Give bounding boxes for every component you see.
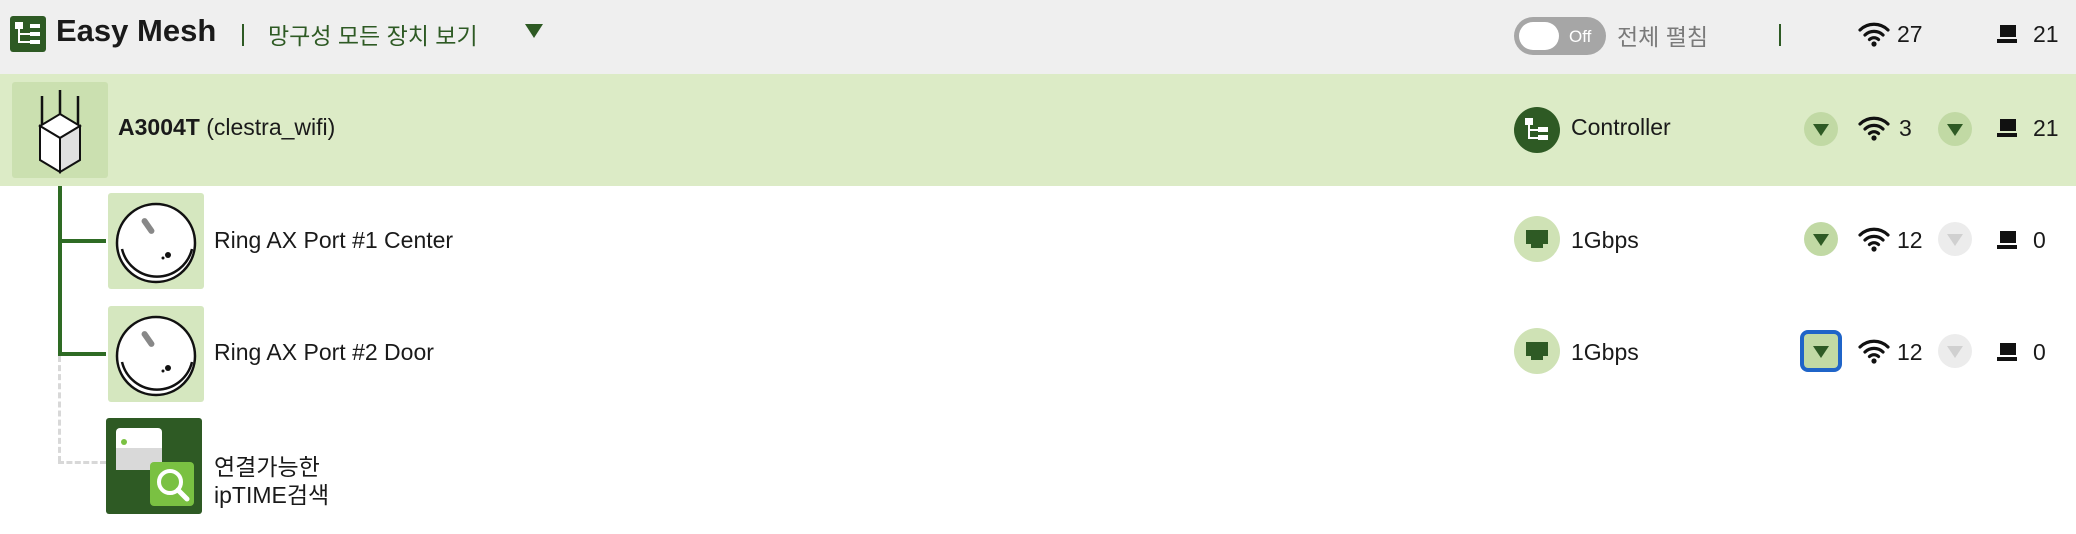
link-speed: 1Gbps — [1571, 227, 1639, 253]
chevron-down-icon — [1947, 234, 1963, 246]
pc-icon — [1996, 118, 2018, 138]
chevron-down-icon[interactable] — [525, 24, 543, 38]
wifi-total-count: 27 — [1897, 21, 1923, 47]
tree-connector-dashed — [58, 461, 106, 464]
ethernet-icon — [1514, 328, 1560, 374]
wired-clients-dropdown[interactable] — [1938, 334, 1972, 368]
mesh-tree-icon — [10, 16, 46, 52]
wifi-clients-dropdown[interactable] — [1804, 334, 1838, 368]
search-label-line2: ipTIME검색 — [214, 482, 330, 508]
search-label-line1: 연결가능한 — [214, 454, 320, 480]
wifi-clients-dropdown[interactable] — [1804, 222, 1838, 256]
expand-all-label: 전체 펼침 — [1617, 24, 1709, 50]
pc-icon — [1996, 230, 2018, 250]
agent-wired-count: 0 — [2033, 227, 2046, 253]
chevron-down-icon — [1813, 346, 1829, 358]
toggle-state-label: Off — [1569, 27, 1592, 46]
chevron-down-icon — [1813, 234, 1829, 246]
chevron-down-icon — [1813, 124, 1829, 136]
agent-wired-count: 0 — [2033, 339, 2046, 365]
network-tree-icon — [1514, 107, 1560, 153]
wired-clients-dropdown[interactable] — [1938, 222, 1972, 256]
tree-connector-dashed — [58, 356, 61, 462]
app-title: Easy Mesh — [56, 13, 217, 48]
wifi-icon — [1858, 226, 1890, 252]
top-bar: Easy Mesh 망구성 모든 장치 보기 Off 전체 펼침 27 21 — [0, 0, 2076, 74]
expand-all-toggle[interactable]: Off — [1514, 17, 1606, 55]
chevron-down-icon — [1947, 124, 1963, 136]
view-mode-select[interactable]: 망구성 모든 장치 보기 — [268, 17, 478, 51]
ethernet-icon — [1514, 216, 1560, 262]
controller-role: Controller — [1571, 114, 1671, 140]
search-iptime-label[interactable]: 연결가능한 ipTIME검색 — [214, 453, 329, 509]
wifi-clients-dropdown[interactable] — [1804, 112, 1838, 146]
wired-clients-dropdown[interactable] — [1938, 112, 1972, 146]
link-speed: 1Gbps — [1571, 339, 1639, 365]
controller-row[interactable]: A3004T (clestra_wifi) Controller 3 21 — [0, 74, 2076, 186]
divider — [1779, 24, 1781, 46]
divider — [242, 24, 244, 46]
controller-model: A3004T — [118, 114, 200, 140]
ring-ap-icon — [108, 306, 204, 402]
magnifier-icon[interactable] — [106, 418, 202, 514]
wifi-icon — [1858, 115, 1890, 141]
controller-ssid: (clestra_wifi) — [206, 114, 336, 140]
chevron-down-icon — [1947, 346, 1963, 358]
wifi-icon — [1858, 338, 1890, 364]
pc-icon — [1996, 24, 2018, 44]
controller-wired-count: 21 — [2033, 115, 2059, 141]
toggle-knob — [1519, 22, 1559, 50]
wired-total-count: 21 — [2033, 21, 2059, 47]
agent-name[interactable]: Ring AX Port #1 Center — [214, 227, 453, 254]
agent-name[interactable]: Ring AX Port #2 Door — [214, 339, 434, 366]
controller-wifi-count: 3 — [1899, 115, 1912, 141]
router-antenna-icon — [12, 82, 108, 178]
tree-connector — [58, 186, 62, 356]
agent-wifi-count: 12 — [1897, 227, 1923, 253]
controller-name[interactable]: A3004T (clestra_wifi) — [118, 114, 335, 141]
tree-connector — [58, 239, 106, 243]
tree-connector — [58, 352, 106, 356]
ring-ap-icon — [108, 193, 204, 289]
wifi-icon — [1858, 21, 1890, 47]
pc-icon — [1996, 342, 2018, 362]
agent-wifi-count: 12 — [1897, 339, 1923, 365]
